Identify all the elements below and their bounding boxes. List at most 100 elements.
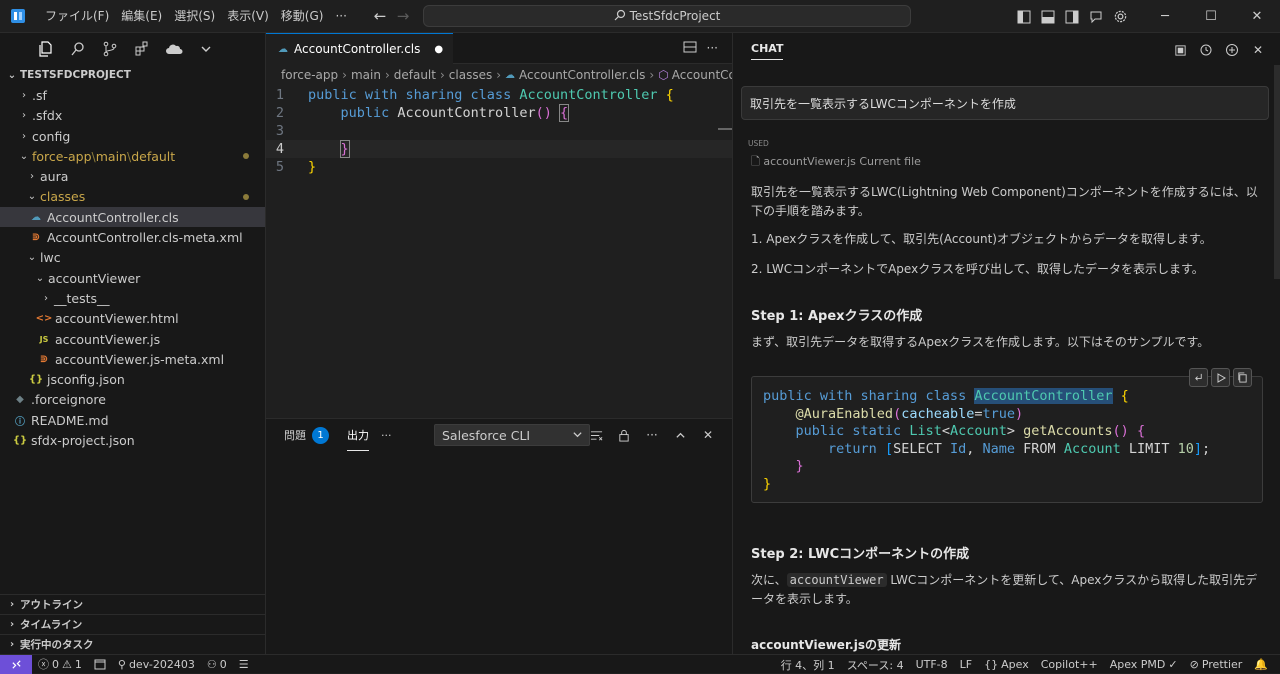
command-center-search[interactable]: TestSfdcProject [423,5,911,27]
menu-go[interactable]: 移動(G) [275,0,330,33]
toggle-panel-icon[interactable] [1036,5,1060,29]
breadcrumb-item[interactable]: default [394,68,436,82]
tab-problems[interactable]: 問題 1 [284,419,329,451]
chevron-down-icon[interactable] [190,33,222,65]
problems-status[interactable]: ⓧ 0 ⚠ 1 [32,656,88,672]
maximize-button[interactable]: ☐ [1188,0,1234,33]
tree-file-accountviewer-js[interactable]: JS accountViewer.js [0,329,265,349]
insert-code-icon[interactable] [1189,368,1208,387]
tree-file-readme[interactable]: ⓘ README.md [0,410,265,430]
tree-folder-aura[interactable]: › aura [0,166,265,186]
section-timeline[interactable]: › タイムライン [0,614,265,634]
tree-file-accountcontroller-meta[interactable]: ⋑ AccountController.cls-meta.xml [0,227,265,247]
used-reference[interactable]: 🗋 accountViewer.js Current file [751,153,921,172]
breadcrumb-item[interactable]: main [351,68,381,82]
menu-selection[interactable]: 選択(S) [168,0,221,33]
explorer-root[interactable]: ⌄ TESTSFDCPROJECT [0,65,265,85]
maximize-panel-icon[interactable] [668,423,692,447]
search-icon[interactable] [62,33,94,65]
menu-edit[interactable]: 編集(E) [115,0,168,33]
line-ending[interactable]: LF [954,658,978,671]
toggle-secondary-sidebar-icon[interactable] [1060,5,1084,29]
unsaved-dot-icon[interactable]: ● [434,44,443,55]
code-block: public with sharing class AccountControl… [751,368,1263,503]
source-control-icon[interactable] [94,33,126,65]
section-outline[interactable]: › アウトライン [0,594,265,614]
back-arrow-icon[interactable]: ← [368,7,392,25]
tree-file-forceignore[interactable]: ◆ .forceignore [0,390,265,410]
language-mode[interactable]: {} Apex [978,658,1035,671]
tree-folder-classes[interactable]: ⌄ classes [0,187,265,207]
menu-more[interactable]: ··· [329,0,352,33]
breadcrumb-item[interactable]: AccountController.cls [519,68,645,82]
output-channel-select[interactable]: Salesforce CLI [434,424,590,446]
close-chat-icon[interactable]: ✕ [1246,38,1270,62]
explorer-files-icon[interactable] [30,33,62,65]
menu-file[interactable]: ファイル(F) [39,0,115,33]
tree-file-jsconfig[interactable]: {} jsconfig.json [0,369,265,389]
org-browser-icon[interactable] [88,659,112,670]
tab-output[interactable]: 出力 [347,419,369,451]
more-actions-icon[interactable]: ··· [640,423,664,447]
close-panel-icon[interactable]: ✕ [696,423,720,447]
tree-folder-accountviewer[interactable]: ⌄ accountViewer [0,268,265,288]
tree-folder-lwc[interactable]: ⌄ lwc [0,248,265,268]
tab-accountcontroller-cls[interactable]: ☁ AccountController.cls ● [266,33,454,64]
cursor-position[interactable]: 行 4、列 1 [775,657,841,673]
tree-folder-force-app[interactable]: ⌄ force-app \ main \ default [0,146,265,166]
breadcrumb-item[interactable]: AccountContro [672,68,732,82]
history-icon[interactable] [1194,38,1218,62]
breadcrumb-item[interactable]: classes [449,68,492,82]
toggle-primary-sidebar-icon[interactable] [1012,5,1036,29]
tree-file-accountcontroller-cls[interactable]: ☁ AccountController.cls [0,207,265,228]
tree-folder-sf[interactable]: › .sf [0,85,265,105]
prettier-status[interactable]: ⊘ Prettier [1184,658,1249,671]
copy-code-icon[interactable] [1233,368,1252,387]
branch-status[interactable]: ⚲ dev-202403 [112,658,201,671]
gear-icon[interactable] [1108,5,1132,29]
salesforce-cloud-icon[interactable] [158,33,190,65]
info-file-icon: ⓘ [15,416,25,428]
modified-dot [243,193,249,200]
remote-indicator-icon[interactable] [0,654,32,674]
pmd-status[interactable]: Apex PMD ✓ [1104,658,1184,671]
tree-folder-config[interactable]: › config [0,126,265,146]
tree-folder-tests[interactable]: › __tests__ [0,288,265,308]
chat-title[interactable]: CHAT [751,42,784,60]
extensions-icon[interactable] [126,33,158,65]
encoding[interactable]: UTF-8 [910,658,954,671]
feedback-icon[interactable] [1084,5,1108,29]
config-file-icon: ◆ [16,394,24,406]
new-chat-icon[interactable] [1220,38,1244,62]
forward-arrow-icon[interactable]: → [391,7,415,25]
clear-output-icon[interactable] [584,423,608,447]
open-in-editor-icon[interactable] [1168,38,1192,62]
code-editor[interactable]: 1 public with sharing class AccountContro… [266,86,732,176]
tree-file-accountviewer-html[interactable]: <> accountViewer.html [0,309,265,329]
status-bar: ⓧ 0 ⚠ 1 ⚲ dev-202403 ⚇ 0 ☰ 行 4、列 1 スペース: 4 U… [0,654,1280,674]
lock-icon[interactable] [612,423,636,447]
response-step-2: 2. LWCコンポーネントでApexクラスを呼び出して、取得したデータを表示しま… [751,262,1204,276]
section-running-tasks[interactable]: › 実行中のタスク [0,634,265,654]
breadcrumb-item[interactable]: force-app [281,68,338,82]
chat-scrollbar[interactable] [1274,65,1280,279]
close-window-button[interactable]: ✕ [1234,0,1280,33]
copilot-status[interactable]: Copilot++ [1035,658,1104,671]
minimize-button[interactable]: ─ [1142,0,1188,33]
tree-file-sfdx-project[interactable]: {} sfdx-project.json [0,430,265,450]
more-actions-icon[interactable]: ··· [707,41,718,55]
ports-status[interactable]: ⚇ 0 [201,658,233,671]
chat-panel: CHAT ✕ 取引先を一覧表示するLWCコンポーネントを作成 USED 🗋 ac… [732,33,1280,654]
indentation[interactable]: スペース: 4 [841,657,910,673]
split-editor-icon[interactable] [683,40,697,57]
tree-label: accountViewer.js [55,331,161,347]
run-code-icon[interactable] [1211,368,1230,387]
menu-view[interactable]: 表示(V) [221,0,275,33]
prompt-text: 取引先を一覧表示するLWCコンポーネントを作成 [750,96,1016,111]
menu-lines-icon[interactable]: ☰ [233,658,255,671]
tree-folder-sfdx[interactable]: › .sfdx [0,106,265,126]
panel-more-tabs[interactable]: ··· [381,419,392,451]
apex-file-icon: ☁ [31,211,41,223]
tree-file-accountviewer-meta[interactable]: ⋑ accountViewer.js-meta.xml [0,349,265,369]
notifications-bell-icon[interactable]: 🔔 [1248,658,1274,671]
